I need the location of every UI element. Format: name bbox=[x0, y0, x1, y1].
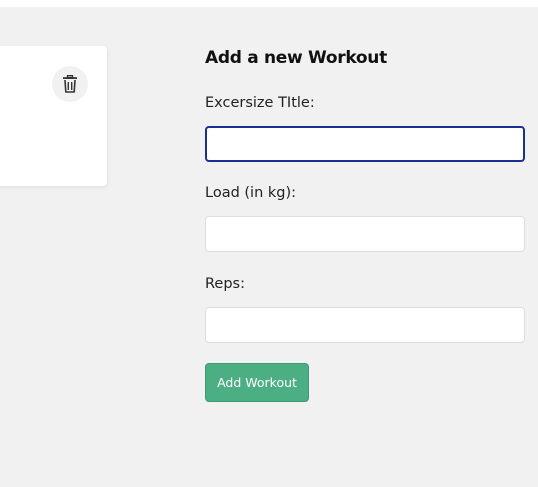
form-title: Add a new Workout bbox=[205, 48, 387, 68]
top-strip bbox=[0, 0, 538, 7]
reps-label: Reps: bbox=[205, 276, 245, 292]
reps-input[interactable] bbox=[205, 307, 525, 343]
load-input[interactable] bbox=[205, 216, 525, 252]
load-label: Load (in kg): bbox=[205, 185, 297, 201]
workout-card bbox=[0, 46, 107, 186]
exercise-title-label: Excersize TItle: bbox=[205, 95, 315, 111]
add-workout-button[interactable]: Add Workout bbox=[205, 363, 309, 402]
delete-workout-button[interactable] bbox=[52, 66, 88, 102]
exercise-title-input[interactable] bbox=[205, 126, 525, 162]
trash-icon bbox=[62, 75, 78, 93]
